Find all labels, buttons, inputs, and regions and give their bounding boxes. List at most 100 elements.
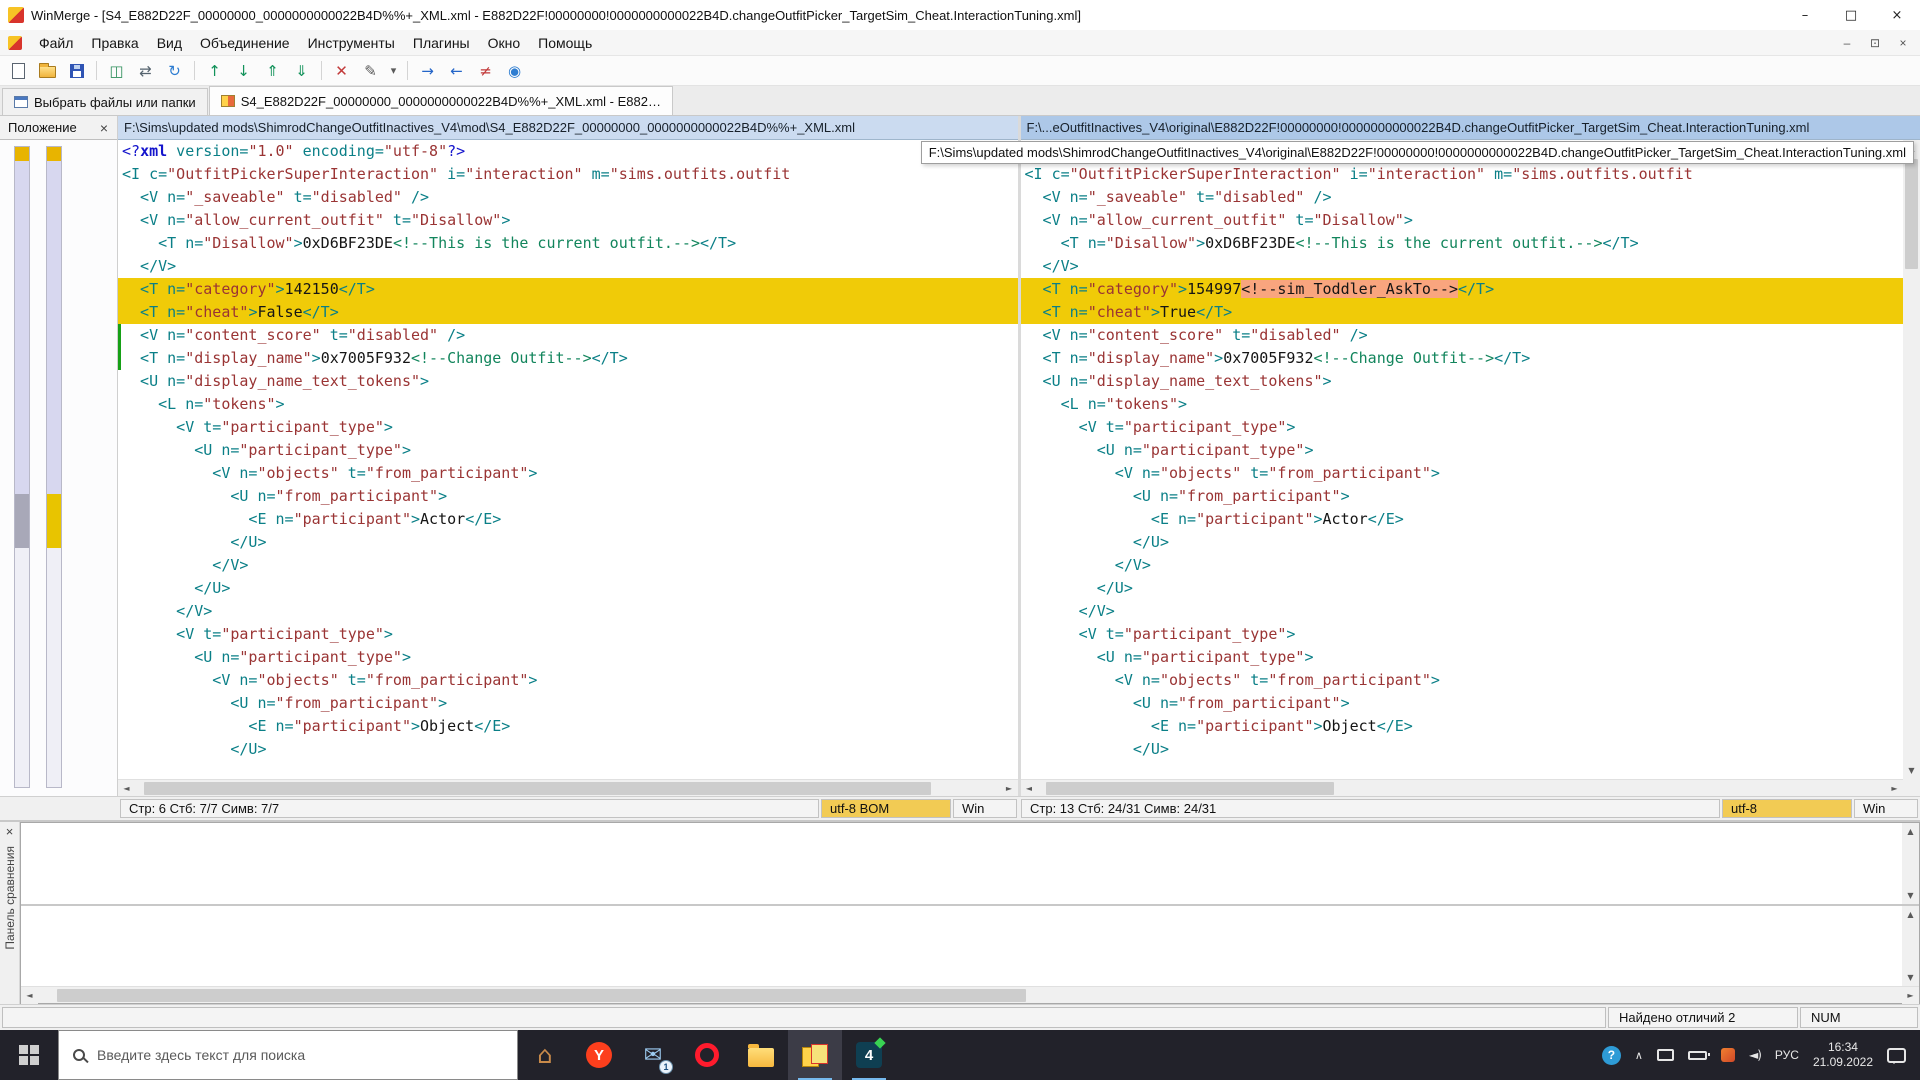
code-line[interactable]: <U n="participant_type"> [1021,439,1904,462]
code-line[interactable]: <V n="objects" t="from_participant"> [118,462,1018,485]
view-file-compare-button[interactable]: ◫ [103,58,130,83]
mdi-minimize-button[interactable]: – [1834,33,1860,53]
code-line[interactable]: <U n="from_participant"> [118,692,1018,715]
scroll-up-icon[interactable]: ▲ [1902,905,1919,923]
scroll-down-icon[interactable]: ▼ [1902,969,1919,986]
tab-comparison[interactable]: S4_E882D22F_00000000_0000000000022B4D%%+… [208,86,673,115]
scrollbar-thumb[interactable] [56,988,1026,1002]
left-horizontal-scrollbar[interactable]: ◄ ► [118,779,1018,797]
code-line[interactable]: <U n="participant_type"> [118,439,1018,462]
code-line[interactable]: <E n="participant">Object</E> [1021,715,1904,738]
file-explorer-taskbar-button[interactable] [734,1030,788,1080]
language-indicator[interactable]: РУС [1775,1048,1799,1062]
location-pane-close-icon[interactable]: × [95,120,113,136]
menu-plugins[interactable]: Плагины [404,32,479,54]
code-line[interactable]: </V> [118,600,1018,623]
code-line[interactable]: <V n="objects" t="from_participant"> [118,669,1018,692]
menu-merge[interactable]: Объединение [191,32,299,54]
code-line[interactable]: <U n="display_name_text_tokens"> [1021,370,1904,393]
code-line[interactable]: </U> [118,577,1018,600]
code-line[interactable]: </U> [118,531,1018,554]
copy-right-button[interactable]: → [414,58,441,83]
scroll-left-icon[interactable]: ◄ [21,986,38,1004]
code-line[interactable]: <V t="participant_type"> [1021,416,1904,439]
code-line[interactable]: </V> [118,255,1018,278]
left-code-editor[interactable]: <?xml version="1.0" encoding="utf-8"?> <I… [118,140,1018,779]
sims-4-taskbar-button[interactable]: 4 [842,1030,896,1080]
code-line[interactable]: <T n="cheat">False</T> [118,301,1018,324]
code-line[interactable]: <L n="tokens"> [1021,393,1904,416]
refresh-button[interactable]: ↻ [161,58,188,83]
save-button[interactable] [63,58,90,83]
opera-browser-taskbar-button[interactable] [680,1030,734,1080]
scroll-down-icon[interactable]: ▼ [1903,762,1920,779]
close-button[interactable]: × [1874,0,1920,30]
code-line[interactable]: <T n="Disallow">0xD6BF23DE<!--This is th… [1021,232,1904,255]
action-center-icon[interactable] [1887,1047,1906,1064]
code-line[interactable]: </U> [1021,738,1904,761]
right-file-bar[interactable] [46,146,62,788]
code-line[interactable]: </V> [1021,554,1904,577]
tablet-icon[interactable] [1656,1049,1674,1061]
code-line[interactable]: <U n="from_participant"> [1021,485,1904,508]
code-line[interactable]: <T n="category">142150</T> [118,278,1018,301]
code-line[interactable]: <U n="from_participant"> [1021,692,1904,715]
code-line[interactable]: <T n="Disallow">0xD6BF23DE<!--This is th… [118,232,1018,255]
code-line[interactable]: <U n="from_participant"> [118,485,1018,508]
menu-tools[interactable]: Инструменты [299,32,404,54]
code-line[interactable]: <E n="participant">Object</E> [118,715,1018,738]
mail-app-taskbar-button[interactable]: ✉ 1 [626,1030,680,1080]
last-diff-button[interactable]: ⇓ [288,58,315,83]
scrollbar-thumb[interactable] [143,781,932,795]
code-line[interactable]: </V> [1021,255,1904,278]
scrollbar-thumb[interactable] [1905,159,1918,269]
open-button[interactable] [34,58,61,83]
compare-panel-right-text[interactable]: ▲ ▼ [21,905,1919,986]
help-icon[interactable]: ? [1601,1045,1621,1065]
new-file-button[interactable] [5,58,32,83]
start-button[interactable] [0,1030,58,1080]
taskbar-search[interactable] [58,1030,518,1080]
vertical-scrollbar[interactable]: ▲ ▼ [1902,823,1919,904]
scroll-left-icon[interactable]: ◄ [118,779,135,797]
compare-panel-close-icon[interactable]: × [1,822,19,840]
maximize-button[interactable]: □ [1828,0,1874,30]
scroll-right-icon[interactable]: ► [1902,986,1919,1004]
tab-select-files[interactable]: Выбрать файлы или папки [2,88,208,115]
chevron-up-icon[interactable]: ∧ [1635,1049,1643,1062]
first-diff-button[interactable]: ⇑ [259,58,286,83]
tray-app-icon[interactable] [1720,1048,1735,1062]
code-line[interactable]: <V n="_saveable" t="disabled" /> [1021,186,1904,209]
menu-file[interactable]: Файл [30,32,82,54]
menu-edit[interactable]: Правка [82,32,147,54]
copy-left-button[interactable]: ← [443,58,470,83]
code-line[interactable]: <V n="content_score" t="disabled" /> [1021,324,1904,347]
menu-view[interactable]: Вид [148,32,191,54]
code-line[interactable]: <U n="participant_type"> [1021,646,1904,669]
code-line[interactable]: </U> [1021,531,1904,554]
plugins-button[interactable]: ◉ [501,58,528,83]
volume-icon[interactable]: ◄) [1749,1048,1762,1062]
code-line[interactable]: <T n="cheat">True</T> [1020,301,1903,324]
scroll-down-icon[interactable]: ▼ [1902,886,1919,904]
code-line[interactable]: <I c="OutfitPickerSuperInteraction" i="i… [1021,163,1904,186]
code-line[interactable]: <T n="display_name">0x7005F932<!--Change… [1021,347,1904,370]
code-line[interactable]: <?xml version="1.0" encoding="utf-8"?> [118,140,1018,163]
vertical-scrollbar[interactable]: ▲ ▼ [1902,905,1919,986]
search-input[interactable] [97,1047,503,1063]
scroll-left-icon[interactable]: ◄ [1020,779,1038,797]
battery-icon[interactable] [1687,1050,1710,1060]
code-line[interactable]: <I c="OutfitPickerSuperInteraction" i="i… [118,163,1018,186]
menu-help[interactable]: Помощь [529,32,601,54]
code-line[interactable]: </U> [1021,577,1904,600]
code-line[interactable]: <E n="participant">Actor</E> [1021,508,1904,531]
delete-diff-button[interactable]: ≠ [472,58,499,83]
code-line[interactable]: <V t="participant_type"> [118,623,1018,646]
scroll-up-icon[interactable]: ▲ [1902,823,1919,840]
next-diff-button[interactable]: ↓ [230,58,257,83]
code-line[interactable]: <V n="allow_current_outfit" t="Disallow"… [1021,209,1904,232]
edit-mode-button[interactable]: ✎ [357,58,384,83]
mdi-document-icon[interactable] [8,35,22,50]
code-line[interactable]: <V n="content_score" t="disabled" /> [118,324,1018,347]
code-line[interactable]: <V n="objects" t="from_participant"> [1021,669,1904,692]
